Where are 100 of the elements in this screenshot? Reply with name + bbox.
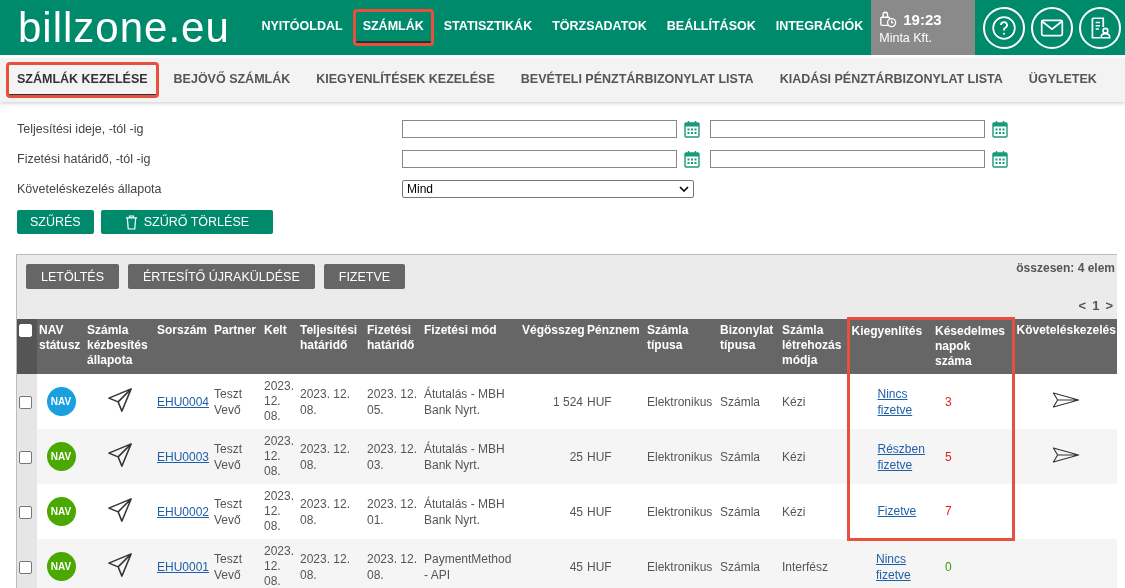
date-field[interactable] <box>710 150 985 168</box>
table-cell: 2023. 12. 08. <box>298 484 365 539</box>
nav-tab[interactable]: BEÁLLÍTÁSOK <box>658 11 764 44</box>
table-cell: Kézi <box>780 374 848 429</box>
table-cell: 2023. 12. 08. <box>298 429 365 484</box>
table-cell: HUF <box>585 429 645 484</box>
nav-tab[interactable]: SZÁMLÁK <box>354 11 432 44</box>
row-checkbox[interactable] <box>19 395 32 409</box>
filter-label: Követeléskezelés állapota <box>17 182 163 196</box>
table-cell: Átutalás - MBH Bank Nyrt. <box>422 429 520 484</box>
column-header: Sorszám <box>155 318 212 374</box>
settlement-link[interactable]: Nincs fizetve <box>876 551 931 584</box>
toolbar-button[interactable]: LETÖLTÉS <box>26 264 119 289</box>
invoice-number-link[interactable]: EHU0003 <box>157 448 210 465</box>
mail-button[interactable] <box>1031 6 1073 49</box>
subnav-tab[interactable]: BEVÉTELI PÉNZTÁRBIZONYLAT LISTA <box>511 64 763 96</box>
table-cell: Elektronikus <box>645 484 718 539</box>
invoice-number-link[interactable]: EHU0001 <box>157 558 210 575</box>
nav-tab[interactable]: NYITÓOLDAL <box>253 11 351 44</box>
filter-label: Fizetési határidő, -tól -ig <box>17 152 152 166</box>
nav-tab[interactable]: INTEGRÁCIÓK <box>767 11 872 44</box>
calendar-icon[interactable] <box>684 150 700 168</box>
total-count: összesen: 4 elem <box>1016 261 1115 275</box>
logo[interactable]: billzone.eu <box>18 0 238 55</box>
column-header: Kiegyenlítés <box>848 318 933 374</box>
date-field[interactable] <box>402 150 677 168</box>
trash-icon <box>124 214 138 230</box>
table-cell: HUF <box>585 374 645 429</box>
settlement-link[interactable]: Fizetve <box>877 502 917 519</box>
table-cell: 1 524 <box>520 374 585 429</box>
table-cell: Számla <box>718 484 780 539</box>
calendar-icon[interactable] <box>684 120 700 138</box>
subnav-tab[interactable]: SZÁMLÁK KEZELÉSE <box>8 64 157 96</box>
nav-tab[interactable]: STATISZTIKÁK <box>435 11 541 44</box>
late-days: 7 <box>935 503 952 518</box>
table-cell: 2023. 12. 01. <box>365 484 422 539</box>
help-button[interactable] <box>983 6 1025 49</box>
calendar-icon[interactable] <box>992 150 1008 168</box>
toolbar-button[interactable]: FIZETVE <box>323 264 406 289</box>
calendar-icon[interactable] <box>992 120 1008 138</box>
date-field[interactable] <box>710 120 985 138</box>
session-time: 19:23 <box>903 10 942 28</box>
row-checkbox[interactable] <box>19 560 32 574</box>
column-header: Fizetési mód <box>422 318 520 374</box>
column-header: Bizonylat típusa <box>718 318 780 374</box>
late-days: 0 <box>935 560 952 575</box>
nav-tab[interactable]: TÖRZSADATOK <box>544 11 655 44</box>
column-header: Késedelmes napok száma <box>933 318 1013 374</box>
settlement-link[interactable]: Nincs fizetve <box>877 385 931 418</box>
table-cell: Elektronikus <box>645 429 718 484</box>
table-cell: Elektronikus <box>645 539 718 588</box>
table-cell: HUF <box>585 484 645 539</box>
column-header: Pénznem <box>585 318 645 374</box>
settlement-link[interactable]: Részben fizetve <box>877 440 931 473</box>
invoice-number-link[interactable]: EHU0004 <box>157 393 210 410</box>
row-checkbox[interactable] <box>19 505 32 519</box>
paper-plane-icon <box>107 496 133 523</box>
table-cell: 2023. 12. 08. <box>365 539 422 588</box>
table-cell: Számla <box>718 374 780 429</box>
subnav-tab[interactable]: ÜGYLETEK <box>1019 64 1106 96</box>
page-number[interactable]: 1 <box>1092 298 1100 313</box>
subnav-tab[interactable]: BEJÖVŐ SZÁMLÁK <box>164 64 300 96</box>
column-header: Számla típusa <box>645 318 718 374</box>
column-header: NAV státusz <box>37 318 85 374</box>
send-arrow-icon[interactable] <box>1051 444 1080 465</box>
column-header: Partner <box>212 318 262 374</box>
table-cell: Számla <box>718 539 780 588</box>
late-days: 5 <box>935 449 952 464</box>
select-all-checkbox[interactable] <box>19 323 32 337</box>
late-days: 3 <box>935 394 952 409</box>
table-cell: Teszt Vevő <box>212 484 262 539</box>
table-cell: 45 <box>520 484 585 539</box>
subnav-tab[interactable]: KIEGYENLÍTÉSEK KEZELÉSE <box>307 64 504 96</box>
table-cell: 25 <box>520 429 585 484</box>
subnav-tab[interactable]: KIADÁSI PÉNZTÁRBIZONYLAT LISTA <box>770 64 1012 96</box>
table-cell: 2023. 12. 08. <box>298 374 365 429</box>
table-cell: Kézi <box>780 484 848 539</box>
invoice-number-link[interactable]: EHU0002 <box>157 503 210 520</box>
table-cell: Teszt Vevő <box>212 374 262 429</box>
table-cell: Interfész <box>780 539 848 588</box>
toolbar-button[interactable]: ÉRTESÍTŐ ÚJRAKÜLDÉSE <box>128 264 315 289</box>
nav-status-badge: NAV <box>46 442 76 471</box>
company-name: Minta Kft. <box>879 31 934 45</box>
status-dropdown[interactable]: Mind <box>402 180 694 198</box>
row-checkbox[interactable] <box>19 450 32 464</box>
send-arrow-icon[interactable] <box>1051 389 1080 410</box>
profile-document-button[interactable] <box>1079 6 1121 49</box>
table-cell: PaymentMethod - API <box>422 539 520 588</box>
filter-button[interactable]: SZŰRÉS <box>17 210 94 234</box>
next-page-link[interactable]: > <box>1105 298 1113 313</box>
column-header: Kelt <box>262 318 298 374</box>
prev-page-link[interactable]: < <box>1078 298 1087 313</box>
date-field[interactable] <box>402 120 677 138</box>
lock-clock-icon <box>879 10 898 28</box>
table-cell: 2023. 12. 08. <box>262 374 298 429</box>
table-cell: Átutalás - MBH Bank Nyrt. <box>422 374 520 429</box>
column-header: Követeléskezelés <box>1013 318 1117 374</box>
table-cell: 2023. 12. 03. <box>365 429 422 484</box>
table-cell: 2023. 12. 08. <box>262 429 298 484</box>
clear-filter-button[interactable]: SZŰRŐ TÖRLÉSE <box>100 210 274 234</box>
